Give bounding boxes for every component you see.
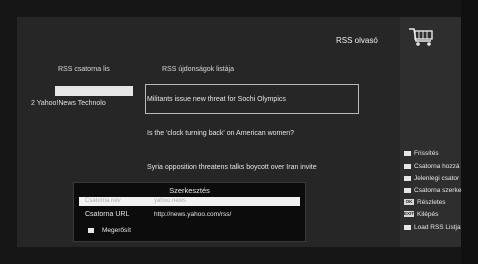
exit-key-icon: EXIT [404, 211, 415, 217]
channel-url-label: Csatorna URL [85, 211, 130, 218]
menu-item-refresh[interactable]: Frissítés [404, 148, 439, 158]
menu-item-label: Load RSS Listja [414, 223, 461, 231]
page-title: RSS olvasó [336, 36, 378, 45]
menu-item-add-channel[interactable]: Csatorna hozzá [404, 161, 460, 171]
news-item[interactable]: Syria opposition threatens talks boycott… [147, 164, 317, 171]
menu-item-details[interactable]: OK Részletes [404, 197, 446, 207]
square-icon [404, 187, 411, 193]
square-icon [88, 228, 94, 233]
channel-name-value: yahoo news [154, 198, 187, 204]
channel-name-field[interactable]: Csatorna név yahoo news [79, 197, 300, 206]
news-item[interactable]: Militants issue new threat for Sochi Oly… [147, 96, 286, 103]
menu-item-current-channel[interactable]: Jelenlegi csator [404, 173, 459, 183]
cart-icon [409, 28, 433, 46]
menu-item-edit-channel[interactable]: Csatorna szerke [404, 185, 461, 195]
menu-item-label: Csatorna szerke [414, 186, 462, 194]
menu-item-label: Jelenlegi csator [414, 174, 460, 182]
edit-dialog: Szerkesztés Csatorna név yahoo news Csat… [73, 182, 306, 242]
rss-reader-screen: RSS olvasó RSS csatorna lis RSS újdonság… [0, 0, 478, 264]
menu-item-label: Frissítés [414, 149, 439, 157]
confirm-button[interactable]: Megerősít [88, 227, 131, 234]
menu-item-exit[interactable]: EXIT Kilépés [404, 209, 438, 219]
channel-url-field[interactable]: http://news.yahoo.com/rss/ [154, 211, 231, 218]
menu-item-label: Csatorna hozzá [414, 162, 460, 170]
square-icon [404, 163, 411, 169]
menu-item-label: Részletes [417, 198, 446, 206]
edge-shade [461, 0, 478, 264]
channel-item[interactable]: 2 Yahoo!News Technolo [31, 100, 106, 107]
channel-name-label: Csatorna név [85, 198, 121, 204]
ok-key-icon: OK [404, 199, 414, 205]
channel-selected-highlight[interactable] [55, 86, 133, 96]
news-list-header: RSS újdonságok listája [162, 66, 234, 73]
square-icon [404, 224, 411, 230]
square-icon [404, 150, 411, 156]
menu-item-label: Kilépés [417, 210, 439, 218]
news-item[interactable]: Is the 'clock turning back' on American … [147, 130, 294, 137]
menu-item-load-list[interactable]: Load RSS Listja [404, 222, 461, 232]
dialog-title: Szerkesztés [169, 186, 210, 195]
confirm-label: Megerősít [102, 227, 131, 234]
square-icon [404, 175, 411, 181]
channel-list-header: RSS csatorna lis [58, 66, 110, 73]
